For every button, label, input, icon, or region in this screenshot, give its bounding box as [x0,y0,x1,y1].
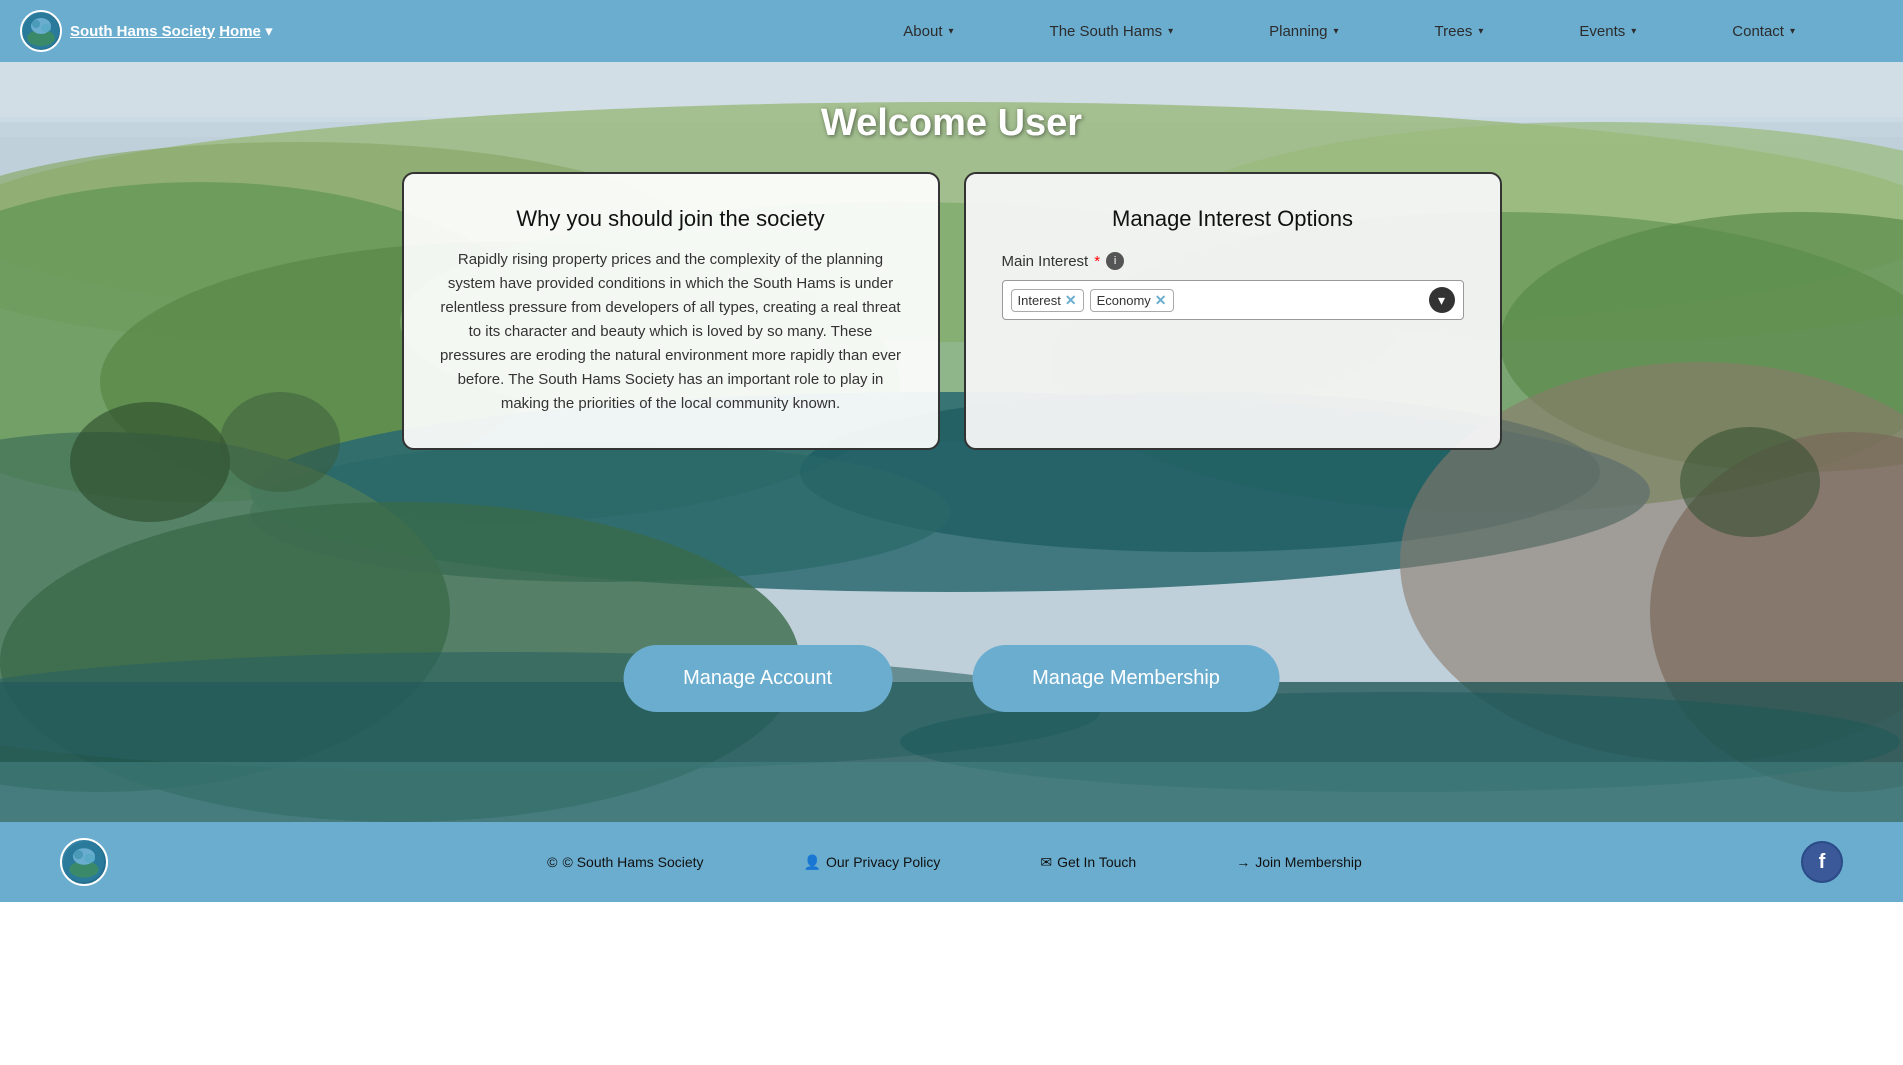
cards-container: Why you should join the society Rapidly … [402,172,1502,450]
chevron-down-icon: ▾ [1631,26,1636,37]
join-card: Why you should join the society Rapidly … [402,172,940,450]
chevron-down-icon: ▾ [1790,26,1795,37]
manage-membership-button[interactable]: Manage Membership [972,645,1280,712]
required-indicator: * [1094,253,1100,270]
navbar: South Hams Society Home ▾ About ▾ The So… [0,0,1903,62]
hero-section: Welcome User Why you should join the soc… [0,62,1903,822]
action-buttons: Manage Account Manage Membership [623,645,1280,712]
nav-logo-link[interactable]: South Hams Society Home ▾ [20,10,273,52]
footer: © © South Hams Society 👤 Our Privacy Pol… [0,822,1903,902]
nav-item-events[interactable]: Events ▾ [1531,23,1684,40]
welcome-heading: Welcome User [821,102,1082,145]
logo-icon [20,10,62,52]
nav-item-contact[interactable]: Contact ▾ [1684,23,1843,40]
footer-join-link[interactable]: → Join Membership [1186,854,1412,870]
copyright-icon: © [547,854,557,870]
nav-item-planning[interactable]: Planning ▾ [1221,23,1386,40]
join-card-body: Rapidly rising property prices and the c… [440,248,902,416]
footer-logo [60,838,108,886]
tags-input-field[interactable]: Interest ✕ Economy ✕ ▾ [1002,280,1464,320]
nav-item-trees[interactable]: Trees ▾ [1387,23,1532,40]
join-card-title: Why you should join the society [440,206,902,232]
footer-privacy-link[interactable]: 👤 Our Privacy Policy [754,854,991,871]
arrow-right-icon: → [1236,854,1250,870]
footer-copyright: © © South Hams Society [497,854,753,870]
info-icon[interactable]: i [1106,252,1124,270]
email-icon: ✉ [1040,854,1052,871]
chevron-down-icon: ▾ [1168,26,1173,37]
interest-card: Manage Interest Options Main Interest * … [964,172,1502,450]
tag-economy: Economy ✕ [1090,289,1174,312]
footer-contact-link[interactable]: ✉ Get In Touch [990,854,1186,871]
nav-brand-text: South Hams Society Home ▾ [70,22,273,40]
nav-item-south-hams[interactable]: The South Hams ▾ [1002,23,1222,40]
nav-item-about[interactable]: About ▾ [855,23,1001,40]
tag-interest: Interest ✕ [1011,289,1084,312]
facebook-link[interactable]: f [1801,841,1843,883]
tag-remove-interest[interactable]: ✕ [1065,292,1077,309]
privacy-icon: 👤 [804,854,821,871]
chevron-down-icon: ▾ [1478,26,1483,37]
chevron-down-icon: ▾ [949,26,954,37]
interest-field-label: Main Interest * i [1002,252,1464,270]
chevron-down-icon: ▾ [1334,26,1339,37]
footer-links: © © South Hams Society 👤 Our Privacy Pol… [108,854,1801,871]
nav-links: About ▾ The South Hams ▾ Planning ▾ Tree… [855,23,1843,40]
interest-card-title: Manage Interest Options [1002,206,1464,232]
tags-dropdown-button[interactable]: ▾ [1429,287,1455,313]
tag-remove-economy[interactable]: ✕ [1155,292,1167,309]
manage-account-button[interactable]: Manage Account [623,645,892,712]
